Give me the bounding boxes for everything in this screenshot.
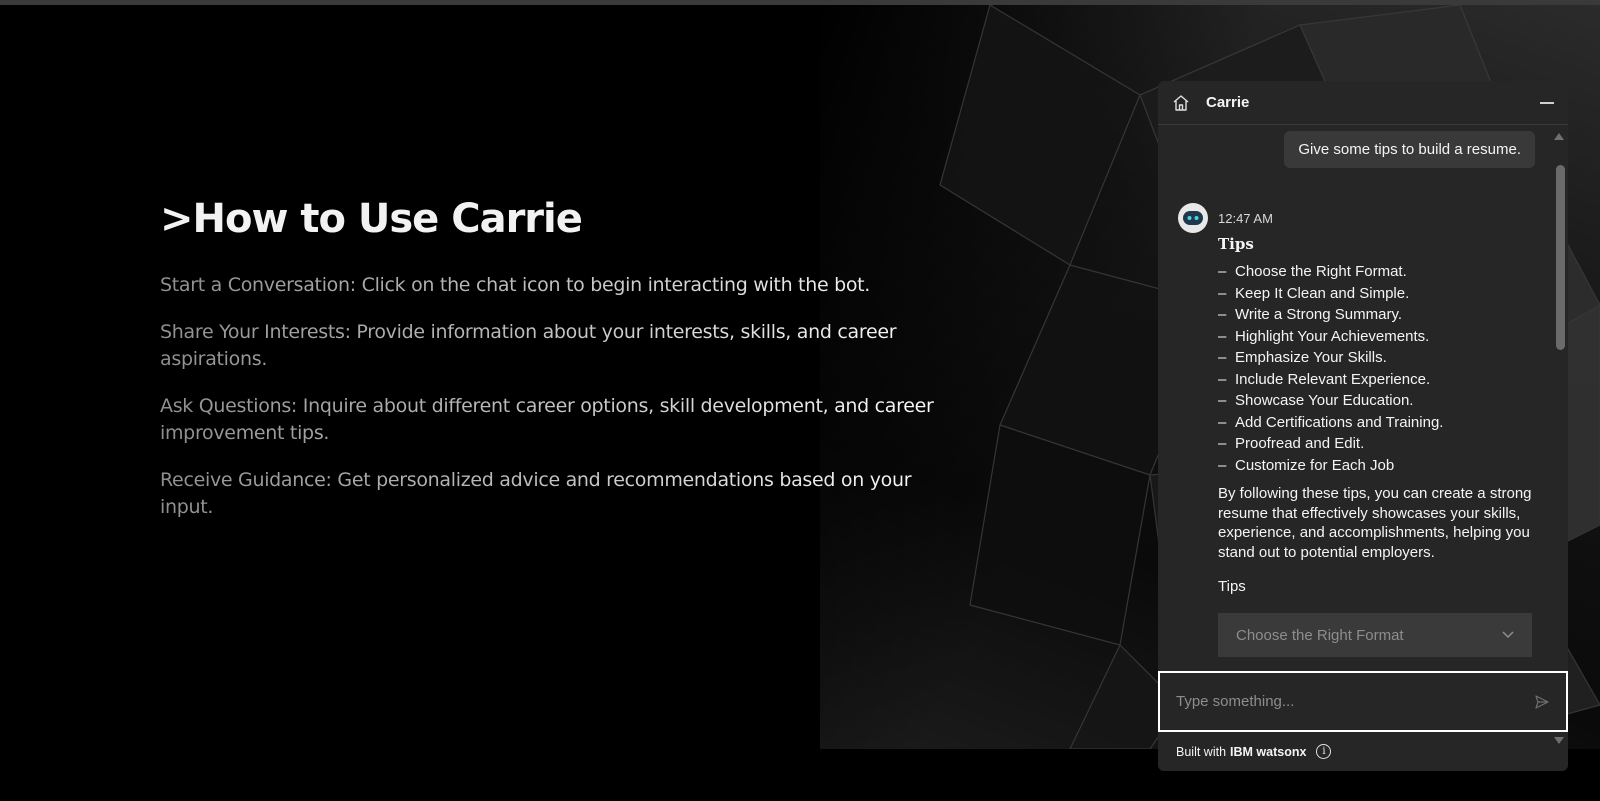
chat-title: Carrie [1206, 94, 1250, 111]
tips-summary: By following these tips, you can create … [1218, 485, 1532, 561]
list-item: Showcase Your Education. [1218, 390, 1538, 412]
message-input-box[interactable] [1158, 671, 1568, 732]
scroll-up-icon[interactable] [1554, 133, 1564, 140]
message-input[interactable] [1176, 693, 1534, 710]
list-item: Proofread and Edit. [1218, 433, 1538, 455]
bot-message: Tips Choose the Right Format. Keep It Cl… [1218, 235, 1538, 657]
how-to-section: >How to Use Carrie Start a Conversation:… [160, 196, 960, 541]
instruction-label: Start a Conversation: [160, 274, 356, 296]
list-item: Include Relevant Experience. [1218, 369, 1538, 391]
list-item: Emphasize Your Skills. [1218, 347, 1538, 369]
page-title: >How to Use Carrie [160, 196, 583, 242]
message-timestamp: 12:47 AM [1218, 211, 1273, 226]
instruction-ask: Ask Questions: Inquire about different c… [160, 393, 960, 447]
footer-brand: IBM watsonx [1230, 744, 1307, 759]
info-icon[interactable]: i [1316, 744, 1332, 759]
chat-widget: Carrie Give some tips to build a resume.… [1158, 81, 1568, 771]
chat-header: Carrie [1158, 81, 1568, 125]
home-icon[interactable] [1172, 94, 1190, 112]
list-item: Customize for Each Job [1218, 455, 1538, 477]
bot-avatar-icon [1178, 203, 1208, 233]
dropdown-value: Choose the Right Format [1236, 626, 1404, 644]
instruction-label: Receive Guidance: [160, 469, 332, 491]
chat-footer: Built with IBM watsonx i [1158, 732, 1568, 771]
send-icon[interactable] [1534, 694, 1550, 710]
user-message: Give some tips to build a resume. [1284, 131, 1535, 168]
scroll-thumb[interactable] [1556, 165, 1565, 350]
instruction-receive: Receive Guidance: Get personalized advic… [160, 467, 960, 521]
list-item: Write a Strong Summary. [1218, 304, 1538, 326]
instruction-share: Share Your Interests: Provide informatio… [160, 319, 960, 373]
tips-dropdown[interactable]: Choose the Right Format [1218, 613, 1532, 657]
chat-scrollbar[interactable] [1552, 125, 1568, 752]
instruction-text: Click on the chat icon to begin interact… [355, 274, 871, 296]
tips-heading: Tips [1218, 235, 1254, 253]
instruction-label: Ask Questions: [160, 395, 298, 417]
dropdown-label: Tips [1218, 578, 1246, 595]
tips-list: Choose the Right Format. Keep It Clean a… [1218, 261, 1538, 476]
footer-prefix: Built with [1176, 744, 1227, 759]
list-item: Highlight Your Achievements. [1218, 326, 1538, 348]
instruction-start: Start a Conversation: Click on the chat … [160, 272, 960, 299]
minimize-icon[interactable] [1540, 101, 1554, 104]
chat-messages[interactable]: Give some tips to build a resume. 12:47 … [1158, 125, 1568, 752]
instruction-label: Share Your Interests: [160, 321, 351, 343]
list-item: Keep It Clean and Simple. [1218, 283, 1538, 305]
list-item: Choose the Right Format. [1218, 261, 1538, 283]
list-item: Add Certifications and Training. [1218, 412, 1538, 434]
chevron-down-icon [1502, 631, 1514, 639]
